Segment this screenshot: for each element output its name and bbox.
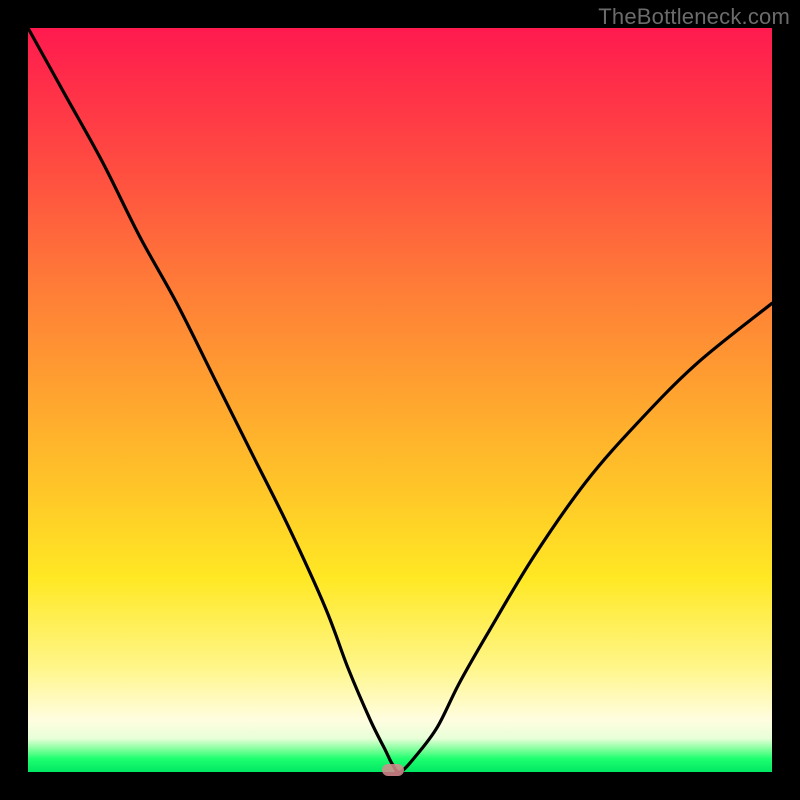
- minimum-marker: [382, 764, 404, 776]
- plot-area: [28, 28, 772, 772]
- chart-frame: TheBottleneck.com: [0, 0, 800, 800]
- watermark-text: TheBottleneck.com: [598, 4, 790, 30]
- bottleneck-curve: [28, 28, 772, 772]
